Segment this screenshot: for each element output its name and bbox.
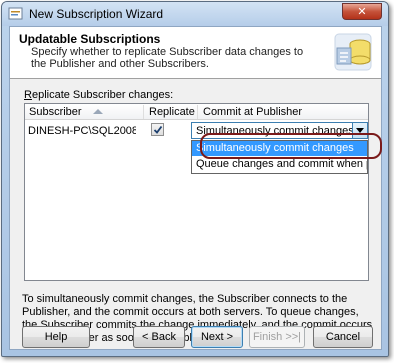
grid-header: Subscriber Replicate Commit at Publisher bbox=[25, 104, 368, 120]
close-button[interactable]: ✕ bbox=[342, 3, 382, 20]
replicate-label-text: eplicate Subscriber changes: bbox=[31, 89, 174, 101]
column-header-commit[interactable]: Commit at Publisher bbox=[203, 106, 302, 118]
sort-ascending-icon bbox=[93, 109, 103, 114]
close-icon: ✕ bbox=[357, 5, 367, 18]
subscriber-grid[interactable]: Subscriber Replicate Commit at Publisher… bbox=[24, 103, 369, 281]
option-queue-changes[interactable]: Queue changes and commit when possible bbox=[192, 157, 367, 172]
wizard-client-area: Updatable Subscriptions Specify whether … bbox=[9, 26, 382, 350]
window-title: New Subscription Wizard bbox=[29, 7, 164, 21]
replicate-checkbox[interactable] bbox=[151, 123, 164, 136]
finish-button[interactable]: Finish >>| bbox=[249, 326, 305, 348]
wizard-window: New Subscription Wizard ✕ Updatable Subs… bbox=[1, 1, 389, 357]
column-header-replicate[interactable]: Replicate bbox=[149, 106, 195, 118]
replicate-label-mnemonic: R bbox=[24, 89, 32, 101]
page-description: Specify whether to replicate Subscriber … bbox=[31, 46, 304, 70]
wizard-app-icon bbox=[8, 7, 24, 21]
database-sync-icon bbox=[329, 30, 377, 76]
column-divider[interactable] bbox=[197, 105, 198, 119]
column-header-subscriber[interactable]: Subscriber bbox=[29, 106, 82, 118]
column-divider[interactable] bbox=[143, 105, 144, 119]
annotation-highlight-ring bbox=[200, 133, 382, 159]
title-bar[interactable]: New Subscription Wizard ✕ bbox=[2, 2, 388, 26]
subscriber-cell: DINESH-PC\SQL2008Inst... bbox=[28, 125, 136, 137]
next-button[interactable]: Next > bbox=[191, 326, 243, 348]
wizard-header: Updatable Subscriptions Specify whether … bbox=[10, 27, 381, 79]
replicate-changes-label: Replicate Subscriber changes: bbox=[24, 89, 173, 101]
help-button[interactable]: Help bbox=[22, 326, 90, 348]
page-title: Updatable Subscriptions bbox=[19, 32, 161, 46]
back-button[interactable]: < Back bbox=[133, 326, 185, 348]
checkmark-icon bbox=[153, 125, 163, 134]
cancel-button[interactable]: Cancel bbox=[313, 326, 373, 348]
